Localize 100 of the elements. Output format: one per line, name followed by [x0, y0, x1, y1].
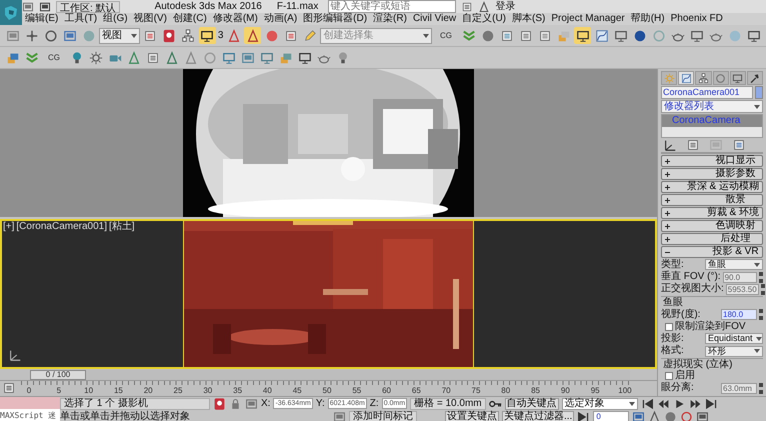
coordinate-label: Y:: [316, 398, 325, 410]
field-label: 视野(度):: [661, 310, 700, 320]
group-label: 鱼眼: [661, 296, 763, 308]
frame-number: 95: [590, 386, 600, 396]
frame-number: 60: [382, 386, 392, 396]
menu-item[interactable]: Project Manager: [548, 13, 628, 25]
key-filters-button[interactable]: 关键点过滤器...: [502, 410, 574, 421]
coordinate-label: Z:: [370, 398, 379, 410]
frame-number: 5: [56, 386, 62, 396]
coordinate-label: X:: [261, 398, 270, 410]
maxscript-listener-field[interactable]: [0, 397, 60, 409]
frame-number: 25: [174, 386, 182, 396]
viewport[interactable]: [+] [CoronaCamera001] [粘土]: [0, 219, 657, 369]
field-label: 眼分离:: [661, 383, 694, 394]
checkbox[interactable]: [665, 322, 673, 331]
hierarchy-icon: [698, 72, 709, 84]
object-color-swatch[interactable]: [755, 86, 763, 99]
field-label: 投影:: [661, 334, 684, 344]
menu-item[interactable]: Phoenix FD: [668, 13, 726, 25]
spinner-arrows-icon[interactable]: [760, 284, 765, 295]
sun-icon[interactable]: [87, 49, 104, 66]
display-icon: [732, 72, 744, 84]
frame-number: 20: [144, 386, 153, 396]
menu-item[interactable]: 动画(A): [260, 13, 300, 25]
create-icon: [664, 72, 675, 84]
time-slider-thumb[interactable]: 0 / 100: [30, 370, 86, 380]
rollout-header[interactable]: 摄影参数: [661, 168, 763, 180]
go-to-start-icon[interactable]: [640, 397, 654, 410]
toolbar-label: CG: [47, 52, 61, 62]
menu-item[interactable]: 脚本(S): [509, 13, 548, 25]
field-label: 类型:: [661, 260, 684, 270]
spinner-arrows-icon[interactable]: [759, 382, 763, 394]
rollout-header[interactable]: 景深 & 运动模糊: [661, 181, 763, 194]
timeline-ruler[interactable]: 0 5 10 15 20 25 30 35 40 45 50 55 60 65 70 75 80 85 90 95 100: [21, 381, 633, 396]
reference-dropdown[interactable]: 视图: [99, 28, 140, 44]
frame-number: 90: [560, 386, 570, 396]
rollout-header[interactable]: 散景: [661, 194, 763, 206]
dropdown[interactable]: 鱼眼: [705, 259, 763, 270]
spinner-arrows-icon[interactable]: [759, 309, 763, 320]
checkbox[interactable]: [665, 372, 673, 380]
rollout-header[interactable]: 投影 & VR: [661, 246, 763, 258]
go-to-end-icon[interactable]: [704, 397, 718, 410]
menu-item[interactable]: 视图(V): [130, 13, 170, 25]
menu-item[interactable]: 工具(T): [61, 13, 100, 25]
rollout-header[interactable]: 后处理: [661, 233, 763, 246]
frame-number: 65: [412, 386, 421, 396]
add-time-tag-button[interactable]: 添加时间标记: [349, 410, 417, 421]
field-label: 正交视图大小:: [661, 284, 724, 294]
maxscript-label: MAXScript 迷: [0, 409, 60, 421]
viewport-label[interactable]: [粘土]: [109, 221, 135, 233]
sign-in-link[interactable]: 登录: [495, 0, 516, 13]
rollout-header[interactable]: 视口显示: [661, 155, 763, 168]
workspace-dropdown[interactable]: 工作区: 默认: [56, 0, 120, 12]
frame-number: 30: [203, 386, 212, 396]
spinner-field[interactable]: 180.0: [721, 309, 757, 320]
dropdown[interactable]: 环形: [705, 346, 763, 357]
prompt-text: 单击或单击并拖动以选择对象: [60, 410, 191, 421]
frame-number: 0: [26, 386, 32, 396]
frame-number: 45: [292, 386, 302, 396]
viewport-label[interactable]: [+]: [3, 221, 14, 233]
app-logo-icon[interactable]: [0, 0, 22, 25]
search-field[interactable]: 键入关键字或短语: [328, 0, 456, 13]
menu-item[interactable]: Civil View: [410, 13, 460, 25]
spinner-arrows-icon[interactable]: [759, 272, 763, 283]
frame-number: 100: [618, 386, 632, 396]
frame-number: 40: [262, 386, 272, 396]
menu-item[interactable]: 创建(C): [170, 13, 210, 25]
dropdown[interactable]: Equidistant: [705, 333, 763, 344]
toolbar-label: CG: [439, 30, 453, 40]
frame-number: 70: [442, 386, 451, 396]
hammer-icon: [749, 72, 760, 84]
rollout-header[interactable]: 剪裁 & 环境: [661, 207, 763, 220]
modifier-list-dropdown[interactable]: 修改器列表: [661, 100, 763, 113]
panel-tab[interactable]: [695, 71, 712, 85]
checkbox-label: 启用: [675, 371, 695, 382]
panel-tab[interactable]: [678, 71, 694, 85]
frame-field[interactable]: 0: [593, 411, 630, 421]
frame-number: 10: [84, 386, 94, 396]
grid-status: 栅格 = 10.0mm: [410, 398, 486, 410]
frame-number: 50: [322, 386, 332, 396]
rollout-header[interactable]: 色调映射: [661, 220, 763, 232]
frame-number: 35: [233, 386, 242, 396]
menu-item[interactable]: 组(G): [100, 13, 131, 25]
key-mode-dropdown[interactable]: 选定对象: [562, 398, 638, 410]
window-title: Autodesk 3ds Max 2016: [154, 0, 262, 13]
menu-item[interactable]: 帮助(H): [628, 13, 668, 25]
snap-toggle[interactable]: 3: [218, 30, 224, 42]
viewport-label[interactable]: [CoronaCamera001]: [16, 221, 108, 233]
panel-tab[interactable]: [730, 71, 746, 85]
object-name-field[interactable]: CoronaCamera001: [661, 86, 752, 99]
panel-tab[interactable]: [746, 71, 764, 85]
menu-item[interactable]: 图形编辑器(D): [300, 13, 370, 25]
set-key-button[interactable]: 设置关键点: [445, 410, 499, 421]
auto-key-button[interactable]: 自动关键点: [504, 398, 559, 410]
snapshot-icon[interactable]: [198, 27, 216, 44]
frame-number: 75: [472, 386, 480, 396]
frame-number: 85: [531, 386, 540, 396]
menu-item[interactable]: 修改器(M): [210, 13, 261, 25]
menu-item[interactable]: 编辑(E): [22, 13, 62, 25]
viewport[interactable]: [0, 69, 657, 217]
